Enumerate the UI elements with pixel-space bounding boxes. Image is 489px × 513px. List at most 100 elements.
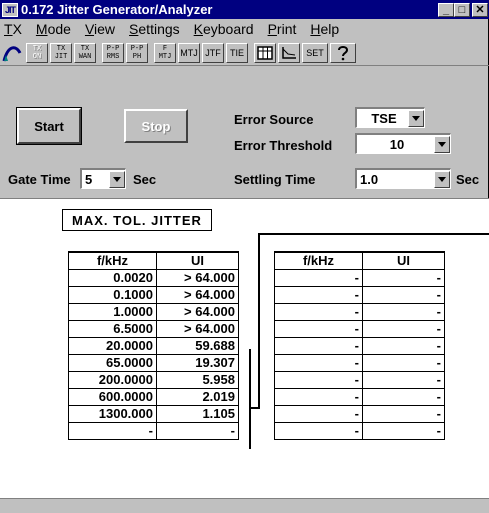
ui-cell: - xyxy=(362,370,445,389)
freq-cell: - xyxy=(274,421,363,440)
graph-view-button[interactable] xyxy=(278,42,300,63)
results-table-right: f/kHz UI -------------------- xyxy=(274,251,445,440)
table-row: -- xyxy=(274,387,445,406)
menu-help[interactable]: Help xyxy=(310,21,339,37)
menu-print[interactable]: Print xyxy=(268,21,297,37)
tie-label: TIE xyxy=(229,47,244,58)
status-bar xyxy=(0,498,489,513)
gate-time-unit: Sec xyxy=(133,172,157,187)
pp-rms-line2: RMS xyxy=(106,52,120,61)
table-row: -- xyxy=(274,421,445,440)
table-row: -- xyxy=(274,336,445,355)
table-row: 1.0000 > 64.000 xyxy=(68,302,239,321)
graph-icon xyxy=(282,46,296,59)
table-row: -- xyxy=(274,370,445,389)
freq-cell: - xyxy=(274,268,363,287)
ui-cell: - xyxy=(156,421,239,440)
tx-jit-button[interactable]: TX JIT xyxy=(50,42,72,63)
window-title: 0.172 Jitter Generator/Analyzer xyxy=(21,2,213,17)
mask-line-top xyxy=(258,233,489,235)
table-row: -- xyxy=(68,421,239,440)
menu-bar: TX Mode View Settings Keyboard Print Hel… xyxy=(0,19,489,39)
settling-time-unit: Sec xyxy=(456,172,480,187)
menu-settings[interactable]: Settings xyxy=(129,21,180,37)
freq-cell: - xyxy=(68,421,157,440)
freq-cell: - xyxy=(274,319,363,338)
jtf-label: JTF xyxy=(205,47,221,58)
app-window: JIT 0.172 Jitter Generator/Analyzer _ □ … xyxy=(0,0,489,513)
ui-cell: - xyxy=(362,404,445,423)
pp-rms-button[interactable]: P-P RMS xyxy=(102,42,124,63)
settling-time-label: Settling Time xyxy=(234,172,316,187)
settling-time-select[interactable]: 1.0 xyxy=(355,168,451,189)
pp-ph-line2: PH xyxy=(132,52,142,61)
chevron-down-icon[interactable] xyxy=(434,135,450,153)
tx-jit-line1: TX xyxy=(56,44,66,53)
gate-time-select[interactable]: 5 xyxy=(80,168,126,189)
freq-cell: - xyxy=(274,302,363,321)
mask-line-vertical-right xyxy=(258,233,260,409)
settling-time-value: 1.0 xyxy=(360,171,379,187)
ui-cell: - xyxy=(362,421,445,440)
table-row: 0.1000 > 64.000 xyxy=(68,285,239,304)
close-button[interactable]: ✕ xyxy=(472,2,488,17)
table-row: -- xyxy=(274,302,445,321)
title-bar[interactable]: JIT 0.172 Jitter Generator/Analyzer _ □ … xyxy=(0,0,489,19)
set-label: SET xyxy=(306,47,324,58)
table-row: -- xyxy=(274,353,445,372)
column-header-ui: UI xyxy=(362,251,445,270)
pp-ph-button[interactable]: P-P PH xyxy=(126,42,148,63)
tx-wan-line2: WAN xyxy=(78,52,92,61)
freq-cell: 1300.000 xyxy=(68,404,157,423)
tx-on-line2: ON xyxy=(32,52,42,61)
ui-cell: 19.307 xyxy=(156,353,239,372)
ui-cell: - xyxy=(362,387,445,406)
mtj-label: MTJ xyxy=(180,47,198,58)
minimize-button[interactable]: _ xyxy=(438,2,454,17)
freq-cell: 600.0000 xyxy=(68,387,157,406)
freq-cell: - xyxy=(274,404,363,423)
ui-cell: 2.019 xyxy=(156,387,239,406)
menu-keyboard[interactable]: Keyboard xyxy=(194,21,254,37)
tie-button[interactable]: TIE xyxy=(226,42,248,63)
start-button[interactable]: Start xyxy=(16,107,82,145)
freq-cell: - xyxy=(274,285,363,304)
table-row: 1300.000 1.105 xyxy=(68,404,239,423)
tx-on-button[interactable]: TX ON xyxy=(26,42,48,63)
help-button[interactable] xyxy=(330,42,356,63)
gate-time-label: Gate Time xyxy=(8,172,71,187)
tx-wan-button[interactable]: TX WAN xyxy=(74,42,96,63)
column-header-ui: UI xyxy=(156,251,239,270)
menu-view[interactable]: View xyxy=(85,21,115,37)
ui-cell: - xyxy=(362,268,445,287)
chevron-down-icon[interactable] xyxy=(408,109,424,127)
table-row: 200.0000 5.958 xyxy=(68,370,239,389)
table-view-button[interactable] xyxy=(254,42,276,63)
freq-cell: 200.0000 xyxy=(68,370,157,389)
table-row: 6.5000 > 64.000 xyxy=(68,319,239,338)
freq-cell: - xyxy=(274,370,363,389)
table-row: 600.0000 2.019 xyxy=(68,387,239,406)
app-icon[interactable]: JIT xyxy=(2,2,18,17)
error-source-select[interactable]: TSE xyxy=(355,107,425,128)
error-source-value: TSE xyxy=(371,110,397,126)
signal-icon[interactable] xyxy=(2,43,22,63)
set-button[interactable]: SET xyxy=(302,42,328,63)
f-mtj-line2: MTJ xyxy=(158,52,172,61)
menu-tx[interactable]: TX xyxy=(4,21,22,37)
ui-cell: > 64.000 xyxy=(156,268,239,287)
stop-button[interactable]: Stop xyxy=(124,109,188,143)
maximize-button[interactable]: □ xyxy=(454,2,470,17)
chevron-down-icon[interactable] xyxy=(434,170,450,188)
ui-cell: - xyxy=(362,353,445,372)
f-mtj-button[interactable]: F MTJ xyxy=(154,42,176,63)
question-icon xyxy=(338,45,349,60)
menu-mode[interactable]: Mode xyxy=(36,21,71,37)
table-row: -- xyxy=(274,268,445,287)
error-threshold-select[interactable]: 10 xyxy=(355,133,451,154)
ui-cell: 59.688 xyxy=(156,336,239,355)
jtf-button[interactable]: JTF xyxy=(202,42,224,63)
f-mtj-line1: F xyxy=(162,44,168,53)
chevron-down-icon[interactable] xyxy=(109,170,125,188)
mtj-button[interactable]: MTJ xyxy=(178,42,200,63)
